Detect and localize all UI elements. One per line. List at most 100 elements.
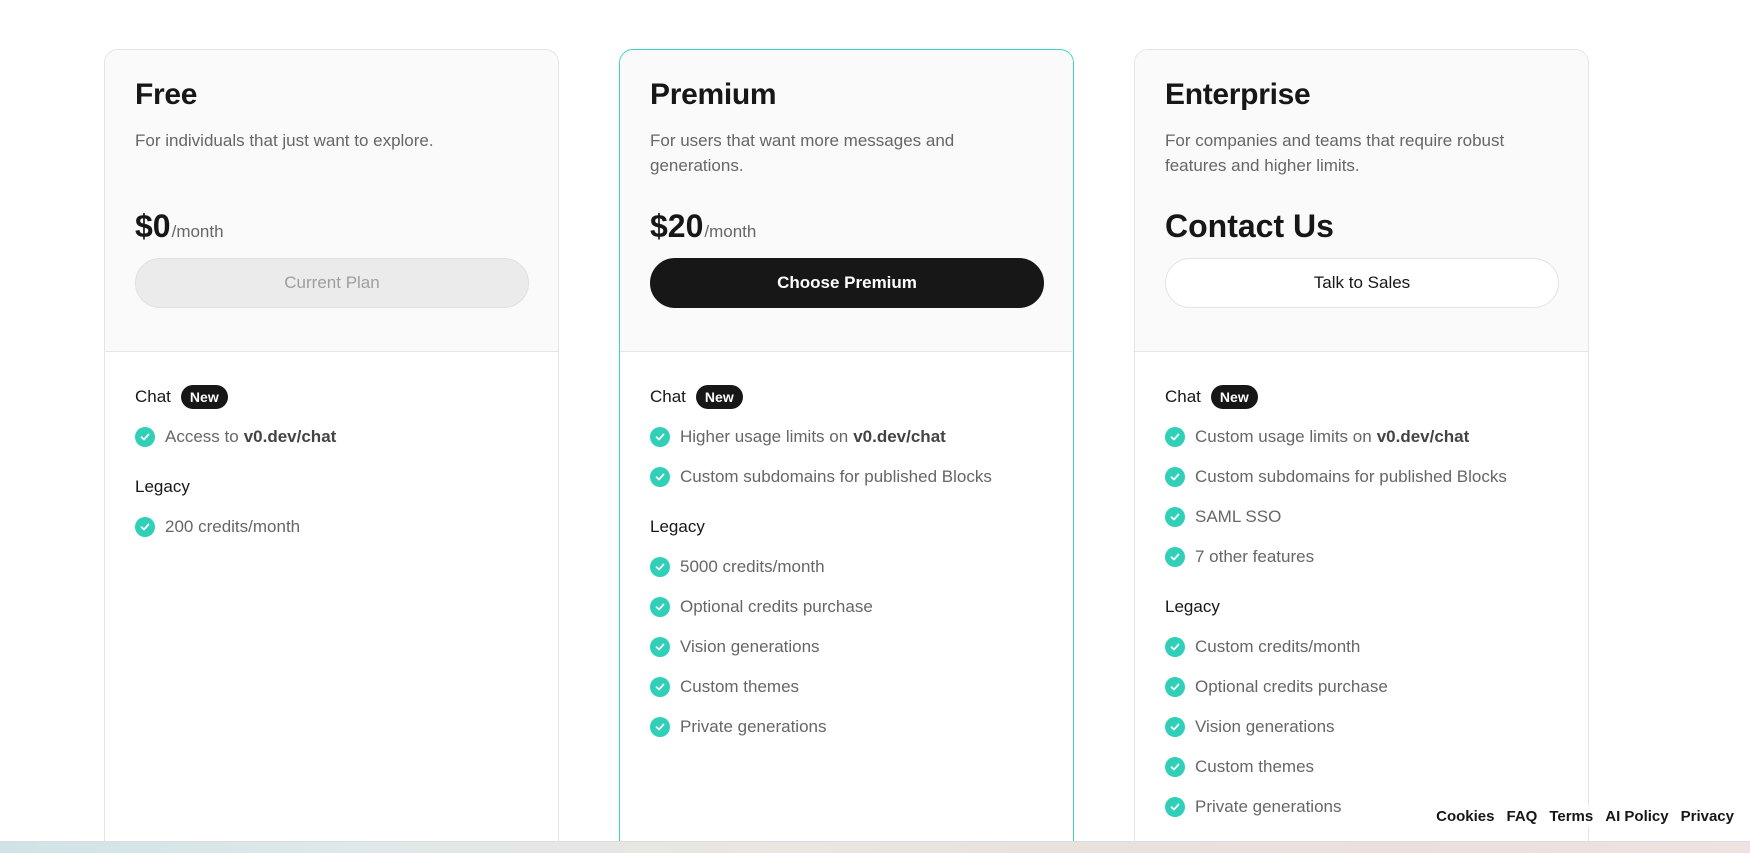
feature-item: 200 credits/month	[135, 514, 528, 540]
plan-header: Enterprise For companies and teams that …	[1135, 50, 1588, 352]
feature-item: Optional credits purchase	[1165, 674, 1558, 700]
feature-text: Optional credits purchase	[680, 597, 873, 616]
plan-card-enterprise: Enterprise For companies and teams that …	[1134, 49, 1589, 853]
new-badge: New	[180, 385, 228, 409]
check-circle-icon	[135, 517, 155, 537]
check-circle-icon	[1165, 547, 1185, 567]
price-row: $20 /month	[650, 208, 1043, 254]
check-circle-icon	[1165, 717, 1185, 737]
footer-link-faq[interactable]: FAQ	[1506, 808, 1537, 825]
chat-section-heading: Chat New	[135, 384, 528, 410]
feature-text: Custom subdomains for published Blocks	[1195, 467, 1507, 486]
check-circle-icon	[1165, 677, 1185, 697]
feature-text: Vision generations	[680, 637, 820, 656]
choose-premium-button[interactable]: Choose Premium	[650, 258, 1044, 308]
section-title: Chat	[650, 387, 686, 406]
current-plan-button[interactable]: Current Plan	[135, 258, 529, 308]
chat-feature-list: Higher usage limits on v0.dev/chat Custom…	[650, 424, 1043, 490]
check-circle-icon	[1165, 507, 1185, 527]
check-circle-icon	[650, 557, 670, 577]
plan-name: Premium	[650, 78, 777, 111]
check-circle-icon	[650, 467, 670, 487]
section-title: Legacy	[1165, 597, 1220, 616]
taskbar-strip	[0, 841, 1750, 853]
feature-item: Higher usage limits on v0.dev/chat	[650, 424, 1043, 450]
plan-description: For companies and teams that require rob…	[1165, 131, 1505, 175]
check-circle-icon	[650, 717, 670, 737]
price-row: Contact Us	[1165, 208, 1558, 254]
plan-description: For users that want more messages and ge…	[650, 131, 955, 175]
feature-link-text: v0.dev/chat	[1376, 427, 1470, 446]
plan-period: /month	[171, 222, 224, 241]
plan-price: $0	[135, 208, 171, 244]
check-circle-icon	[650, 597, 670, 617]
feature-item: Vision generations	[650, 634, 1043, 660]
feature-text: 200 credits/month	[165, 517, 301, 536]
legacy-feature-list: 5000 credits/month Optional credits purc…	[650, 554, 1043, 740]
check-circle-icon	[1165, 427, 1185, 447]
footer-link-ai-policy[interactable]: AI Policy	[1605, 808, 1668, 825]
section-title: Legacy	[650, 517, 705, 536]
feature-text: 7 other features	[1195, 547, 1315, 566]
price-row: $0 /month	[135, 208, 528, 254]
feature-text: Higher usage limits on	[680, 427, 849, 446]
check-circle-icon	[1165, 797, 1185, 817]
legacy-feature-list: Custom credits/month Optional credits pu…	[1165, 634, 1558, 820]
feature-item: Private generations	[650, 714, 1043, 740]
feature-item: Custom subdomains for published Blocks	[1165, 464, 1558, 490]
footer-link-cookies[interactable]: Cookies	[1436, 808, 1494, 825]
feature-link-text: v0.dev/chat	[243, 427, 337, 446]
new-badge: New	[1210, 385, 1258, 409]
plan-price: Contact Us	[1165, 208, 1334, 244]
feature-text: Optional credits purchase	[1195, 677, 1388, 696]
legacy-section-heading: Legacy	[1165, 594, 1558, 620]
section-title: Chat	[1165, 387, 1201, 406]
plan-card-premium: Premium For users that want more message…	[619, 49, 1074, 853]
feature-item: Vision generations	[1165, 714, 1558, 740]
talk-to-sales-button[interactable]: Talk to Sales	[1165, 258, 1559, 308]
chat-section-heading: Chat New	[1165, 384, 1558, 410]
legacy-feature-list: 200 credits/month	[135, 514, 528, 540]
legacy-section-heading: Legacy	[650, 514, 1043, 540]
feature-item: Custom themes	[1165, 754, 1558, 780]
check-circle-icon	[1165, 467, 1185, 487]
pricing-page: Free For individuals that just want to e…	[0, 0, 1750, 853]
feature-item: Custom subdomains for published Blocks	[650, 464, 1043, 490]
plan-features: Chat New Higher usage limits on v0.dev/ch…	[620, 352, 1073, 740]
feature-text: 5000 credits/month	[680, 557, 825, 576]
feature-item: SAML SSO	[1165, 504, 1558, 530]
footer-link-terms[interactable]: Terms	[1549, 808, 1593, 825]
plan-header: Premium For users that want more message…	[620, 50, 1073, 352]
feature-text: Custom subdomains for published Blocks	[680, 467, 992, 486]
feature-text: Private generations	[1195, 797, 1342, 816]
plan-name: Enterprise	[1165, 78, 1311, 111]
check-circle-icon	[650, 677, 670, 697]
check-circle-icon	[650, 427, 670, 447]
plan-description: For individuals that just want to explor…	[135, 131, 434, 150]
feature-text: Custom themes	[1195, 757, 1315, 776]
plan-features: Chat New Custom usage limits on v0.dev/ch…	[1135, 352, 1588, 820]
feature-text: SAML SSO	[1195, 507, 1282, 526]
check-circle-icon	[650, 637, 670, 657]
check-circle-icon	[1165, 757, 1185, 777]
section-title: Legacy	[135, 477, 190, 496]
feature-text: Private generations	[680, 717, 827, 736]
feature-text: Vision generations	[1195, 717, 1335, 736]
plan-price: $20	[650, 208, 704, 244]
check-circle-icon	[135, 427, 155, 447]
feature-item: Custom themes	[650, 674, 1043, 700]
chat-feature-list: Access to v0.dev/chat	[135, 424, 528, 450]
feature-item: Optional credits purchase	[650, 594, 1043, 620]
plan-name: Free	[135, 78, 198, 111]
plan-header: Free For individuals that just want to e…	[105, 50, 558, 352]
footer-link-privacy[interactable]: Privacy	[1681, 808, 1734, 825]
feature-text: Access to	[165, 427, 239, 446]
section-title: Chat	[135, 387, 171, 406]
chat-feature-list: Custom usage limits on v0.dev/chat Custom…	[1165, 424, 1558, 570]
plan-card-free: Free For individuals that just want to e…	[104, 49, 559, 853]
plan-period: /month	[704, 222, 757, 241]
plan-features: Chat New Access to v0.dev/chat Legacy 200…	[105, 352, 558, 540]
feature-item: 5000 credits/month	[650, 554, 1043, 580]
new-badge: New	[695, 385, 743, 409]
chat-section-heading: Chat New	[650, 384, 1043, 410]
